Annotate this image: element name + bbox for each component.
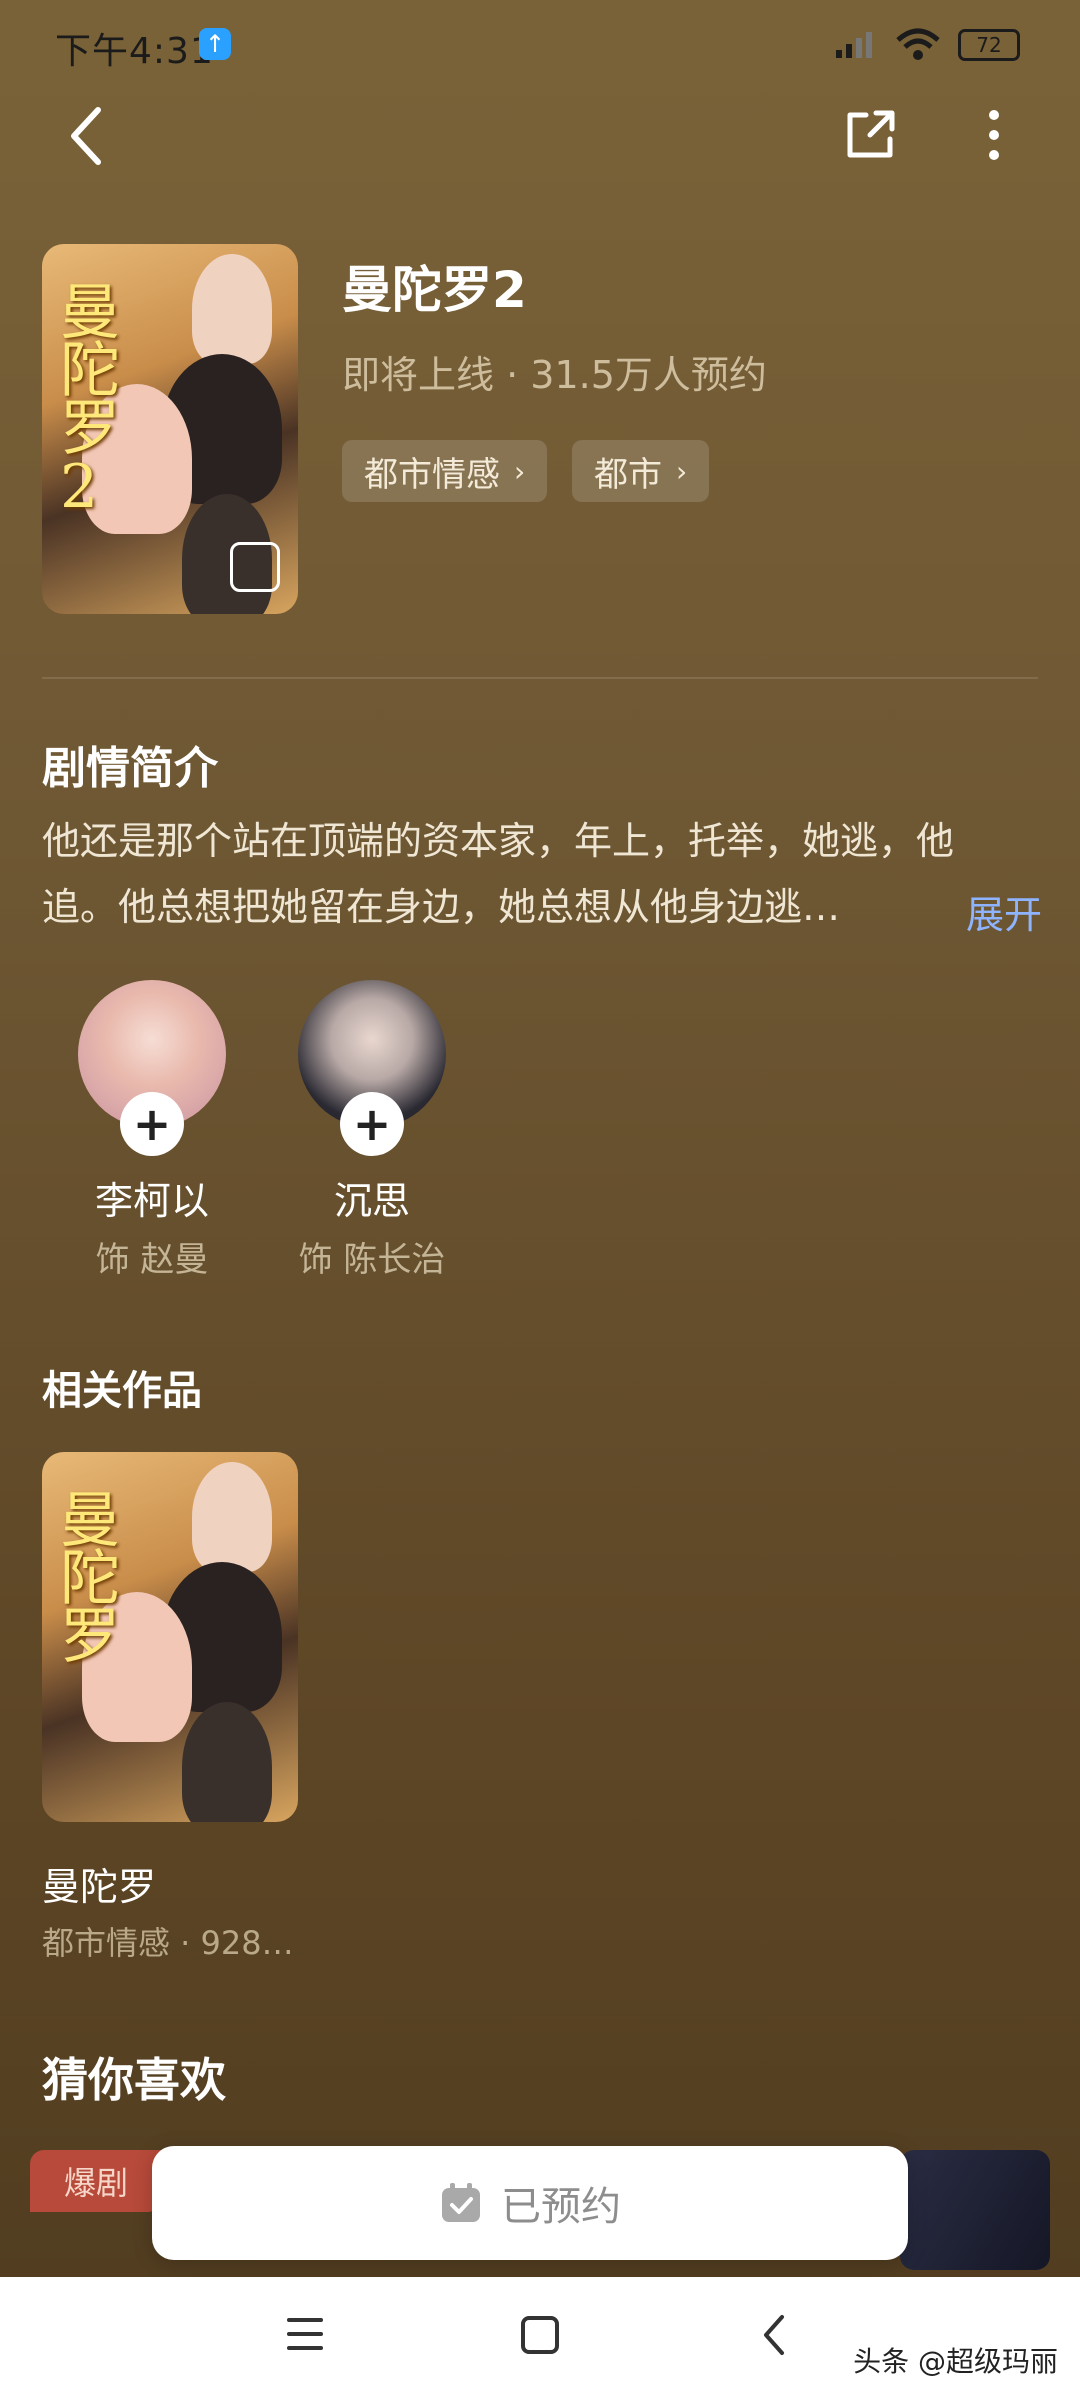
- watermark-text: 头条 @超级玛丽: [853, 2345, 1058, 2378]
- release-status: 即将上线: [342, 353, 495, 397]
- status-indicators: 72: [834, 28, 1020, 62]
- share-icon[interactable]: [840, 105, 900, 165]
- chevron-right-icon: ›: [514, 454, 526, 488]
- actor-role: 饰 陈长治: [298, 1240, 446, 1280]
- tag-label: 都市: [594, 454, 662, 495]
- calendar-check-icon: [442, 2183, 480, 2222]
- status-time: 下午4:31: [55, 31, 214, 72]
- cover-title-text: 曼陀罗: [60, 1486, 120, 1672]
- reserved-button[interactable]: 已预约: [152, 2146, 908, 2260]
- recommend-heading: 猜你喜欢: [42, 2053, 226, 2107]
- wifi-icon: [896, 28, 940, 60]
- related-item-meta: 都市情感 · 928…: [42, 1924, 294, 1962]
- back-icon[interactable]: [58, 100, 118, 172]
- follow-plus-icon[interactable]: +: [340, 1092, 404, 1156]
- signal-icon: [836, 32, 872, 58]
- hot-badge: 爆剧: [30, 2150, 162, 2212]
- recommend-thumbnail[interactable]: [900, 2150, 1050, 2270]
- reserved-button-label: 已预约: [501, 2184, 621, 2230]
- home-icon[interactable]: [518, 2313, 562, 2357]
- related-item-cover[interactable]: 曼陀罗: [42, 1452, 298, 1822]
- nav-back-icon[interactable]: [756, 2311, 792, 2359]
- chevron-right-icon: ›: [676, 454, 688, 488]
- cast-card[interactable]: + 李柯以 饰 赵曼: [42, 980, 262, 1280]
- separator-dot: ·: [506, 353, 519, 397]
- synopsis-text: 他还是那个站在顶端的资本家，年上，托举，她逃，他追。他总想把她留在身边，她总想从…: [42, 819, 955, 929]
- gallery-icon: [230, 542, 280, 592]
- expand-link[interactable]: 展开: [966, 884, 1042, 939]
- divider: [42, 677, 1038, 679]
- actor-name: 李柯以: [94, 1179, 209, 1223]
- battery-indicator: 72: [958, 29, 1020, 61]
- synopsis-heading: 剧情简介: [42, 743, 218, 794]
- reservation-count: 31.5万人预约: [530, 353, 767, 397]
- tag-label: 都市情感: [364, 454, 500, 495]
- related-item-title[interactable]: 曼陀罗: [42, 1856, 156, 1911]
- cover-title-text: 曼陀罗2: [60, 278, 120, 522]
- tag-genre-urban-romance[interactable]: 都市情感 ›: [342, 440, 548, 502]
- menu-icon[interactable]: [283, 2314, 327, 2354]
- cast-card[interactable]: + 沉思 饰 陈长治: [262, 980, 482, 1280]
- actor-name: 沉思: [333, 1179, 410, 1223]
- tag-genre-urban[interactable]: 都市 ›: [572, 440, 710, 502]
- upload-status-icon: ↑: [199, 28, 231, 60]
- more-options-icon[interactable]: [970, 105, 1018, 165]
- actor-role: 饰 赵曼: [95, 1240, 209, 1280]
- drama-cover[interactable]: 曼陀罗2: [42, 244, 298, 614]
- follow-plus-icon[interactable]: +: [120, 1092, 184, 1156]
- drama-status-line: 即将上线 · 31.5万人预约: [342, 344, 767, 399]
- related-heading: 相关作品: [42, 1368, 202, 1414]
- drama-title: 曼陀罗2: [342, 261, 527, 319]
